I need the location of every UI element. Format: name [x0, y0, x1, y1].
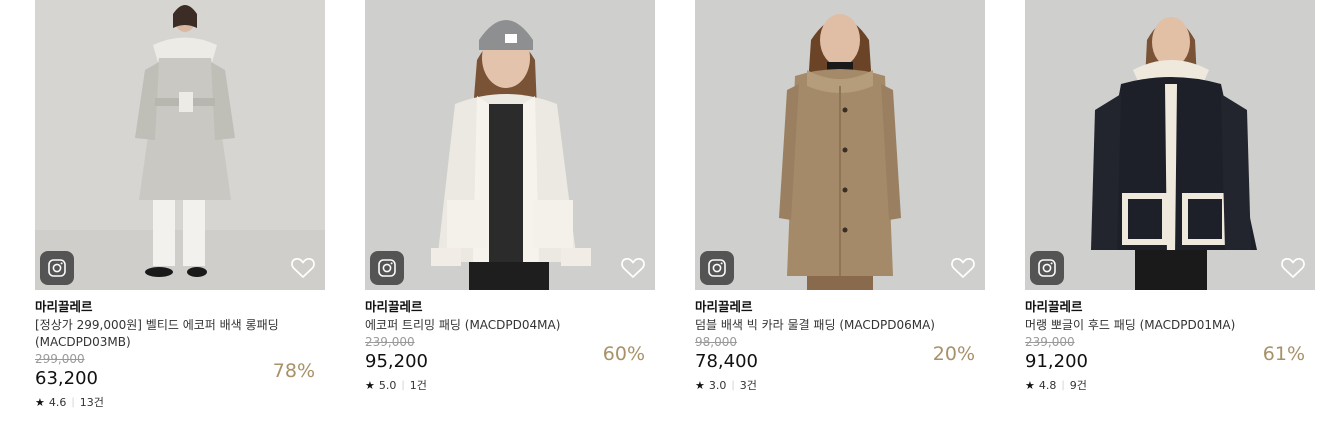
product-info: 마리끌레르 덤블 배색 빅 카라 물결 패딩 (MACDPD06MA) 98,0…: [695, 298, 985, 393]
sale-price: 95,200: [365, 351, 428, 372]
rating-value: 4.8: [1038, 379, 1057, 392]
heart-outline-icon: [291, 257, 315, 278]
rating-value: 5.0: [378, 379, 397, 392]
product-card[interactable]: 마리끌레르 [정상가 299,000원] 벨티드 에코퍼 배색 롱패딩 (MAC…: [35, 0, 325, 437]
divider: |: [1061, 380, 1065, 391]
brand-name: 마리끌레르: [1025, 299, 1083, 314]
model-photo: [695, 0, 985, 290]
price-row: 63,200 78%: [35, 360, 325, 391]
model-photo: [35, 0, 325, 290]
star-icon: ★: [365, 379, 375, 392]
product-image[interactable]: [35, 0, 325, 290]
rating-row: ★ 3.0 | 3건: [695, 379, 985, 393]
instagram-badge[interactable]: [1030, 251, 1064, 285]
wishlist-button[interactable]: [620, 256, 646, 280]
star-icon: ★: [1025, 379, 1035, 392]
heart-outline-icon: [621, 257, 645, 278]
discount-rate: 78%: [272, 360, 315, 382]
product-info: 마리끌레르 [정상가 299,000원] 벨티드 에코퍼 배색 롱패딩 (MAC…: [35, 298, 325, 410]
star-icon: ★: [695, 379, 705, 392]
rating-row: ★ 4.8 | 9건: [1025, 379, 1315, 393]
heart-outline-icon: [951, 257, 975, 278]
product-grid: 마리끌레르 [정상가 299,000원] 벨티드 에코퍼 배색 롱패딩 (MAC…: [0, 0, 1330, 437]
product-card[interactable]: 마리끌레르 에코퍼 트리밍 패딩 (MACDPD04MA) 239,000 95…: [365, 0, 655, 437]
rating-row: ★ 4.6 | 13건: [35, 396, 325, 410]
instagram-icon: [708, 259, 726, 277]
brand-name: 마리끌레르: [695, 299, 753, 314]
product-info: 마리끌레르 머랭 뽀글이 후드 패딩 (MACDPD01MA) 239,000 …: [1025, 298, 1315, 393]
brand-name: 마리끌레르: [35, 299, 93, 314]
star-icon: ★: [35, 396, 45, 409]
product-card[interactable]: 마리끌레르 머랭 뽀글이 후드 패딩 (MACDPD01MA) 239,000 …: [1025, 0, 1315, 437]
product-name[interactable]: [정상가 299,000원] 벨티드 에코퍼 배색 롱패딩 (MACDPD03M…: [35, 317, 325, 351]
sale-price: 78,400: [695, 351, 758, 372]
sale-price: 91,200: [1025, 351, 1088, 372]
rating-value: 4.6: [48, 396, 67, 409]
product-info: 마리끌레르 에코퍼 트리밍 패딩 (MACDPD04MA) 239,000 95…: [365, 298, 655, 393]
review-count: 1건: [409, 379, 427, 392]
product-card[interactable]: 마리끌레르 덤블 배색 빅 카라 물결 패딩 (MACDPD06MA) 98,0…: [695, 0, 985, 437]
review-count: 13건: [79, 396, 104, 409]
instagram-badge[interactable]: [40, 251, 74, 285]
discount-rate: 60%: [602, 343, 645, 365]
product-image[interactable]: [1025, 0, 1315, 290]
review-count: 3건: [739, 379, 757, 392]
sale-price: 63,200: [35, 368, 98, 389]
price-row: 78,400 20%: [695, 343, 985, 374]
instagram-icon: [378, 259, 396, 277]
instagram-badge[interactable]: [700, 251, 734, 285]
wishlist-button[interactable]: [1280, 256, 1306, 280]
review-count: 9건: [1069, 379, 1087, 392]
product-name[interactable]: 에코퍼 트리밍 패딩 (MACDPD04MA): [365, 317, 655, 334]
product-name[interactable]: 머랭 뽀글이 후드 패딩 (MACDPD01MA): [1025, 317, 1315, 334]
divider: |: [731, 380, 735, 391]
discount-rate: 20%: [932, 343, 975, 365]
wishlist-button[interactable]: [290, 256, 316, 280]
rating-value: 3.0: [708, 379, 727, 392]
product-image[interactable]: [695, 0, 985, 290]
product-image[interactable]: [365, 0, 655, 290]
model-photo: [365, 0, 655, 290]
wishlist-button[interactable]: [950, 256, 976, 280]
rating-row: ★ 5.0 | 1건: [365, 379, 655, 393]
heart-outline-icon: [1281, 257, 1305, 278]
instagram-badge[interactable]: [370, 251, 404, 285]
instagram-icon: [1038, 259, 1056, 277]
price-row: 91,200 61%: [1025, 343, 1315, 374]
divider: |: [401, 380, 405, 391]
discount-rate: 61%: [1262, 343, 1305, 365]
instagram-icon: [48, 259, 66, 277]
brand-name: 마리끌레르: [365, 299, 423, 314]
price-row: 95,200 60%: [365, 343, 655, 374]
divider: |: [71, 397, 75, 408]
product-name[interactable]: 덤블 배색 빅 카라 물결 패딩 (MACDPD06MA): [695, 317, 985, 334]
model-photo: [1025, 0, 1315, 290]
